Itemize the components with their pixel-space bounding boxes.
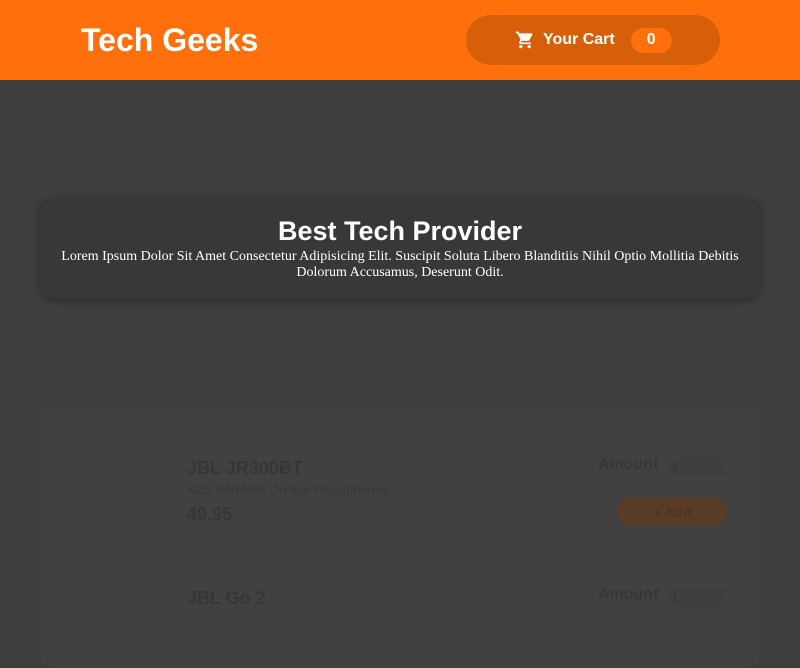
cart-label: Your Cart (543, 31, 615, 48)
product-description: Kids Wireless On-Ear Headphones (187, 482, 389, 497)
add-to-cart-button[interactable]: + Add (617, 497, 727, 526)
hero-title: Best Tech Provider (277, 216, 523, 246)
product-item: JBL JR300BT Kids Wireless On-Ear Headpho… (40, 408, 760, 528)
cart-count-badge: 0 (630, 27, 672, 53)
your-cart-button[interactable]: Your Cart 0 (466, 15, 720, 65)
product-item: JBL Go 2 Amount (40, 548, 760, 668)
amount-label: Amount (598, 456, 659, 473)
product-price: 49.95 (187, 504, 233, 524)
amount-input[interactable] (666, 456, 726, 478)
product-list: JBL JR300BT Kids Wireless On-Ear Headpho… (40, 408, 760, 668)
amount-input[interactable] (666, 586, 726, 608)
amount-label: Amount (598, 586, 659, 603)
site-header: Tech Geeks Your Cart 0 (0, 0, 800, 80)
product-name: JBL JR300BT (187, 458, 303, 478)
shopping-cart-icon (515, 30, 535, 50)
product-name: JBL Go 2 (187, 588, 266, 608)
brand-title: Tech Geeks (81, 22, 259, 58)
hero-summary-card: Best Tech Provider Lorem Ipsum Dolor Sit… (40, 199, 760, 298)
hero-description: Lorem Ipsum Dolor Sit Amet Consectetur A… (61, 249, 739, 280)
